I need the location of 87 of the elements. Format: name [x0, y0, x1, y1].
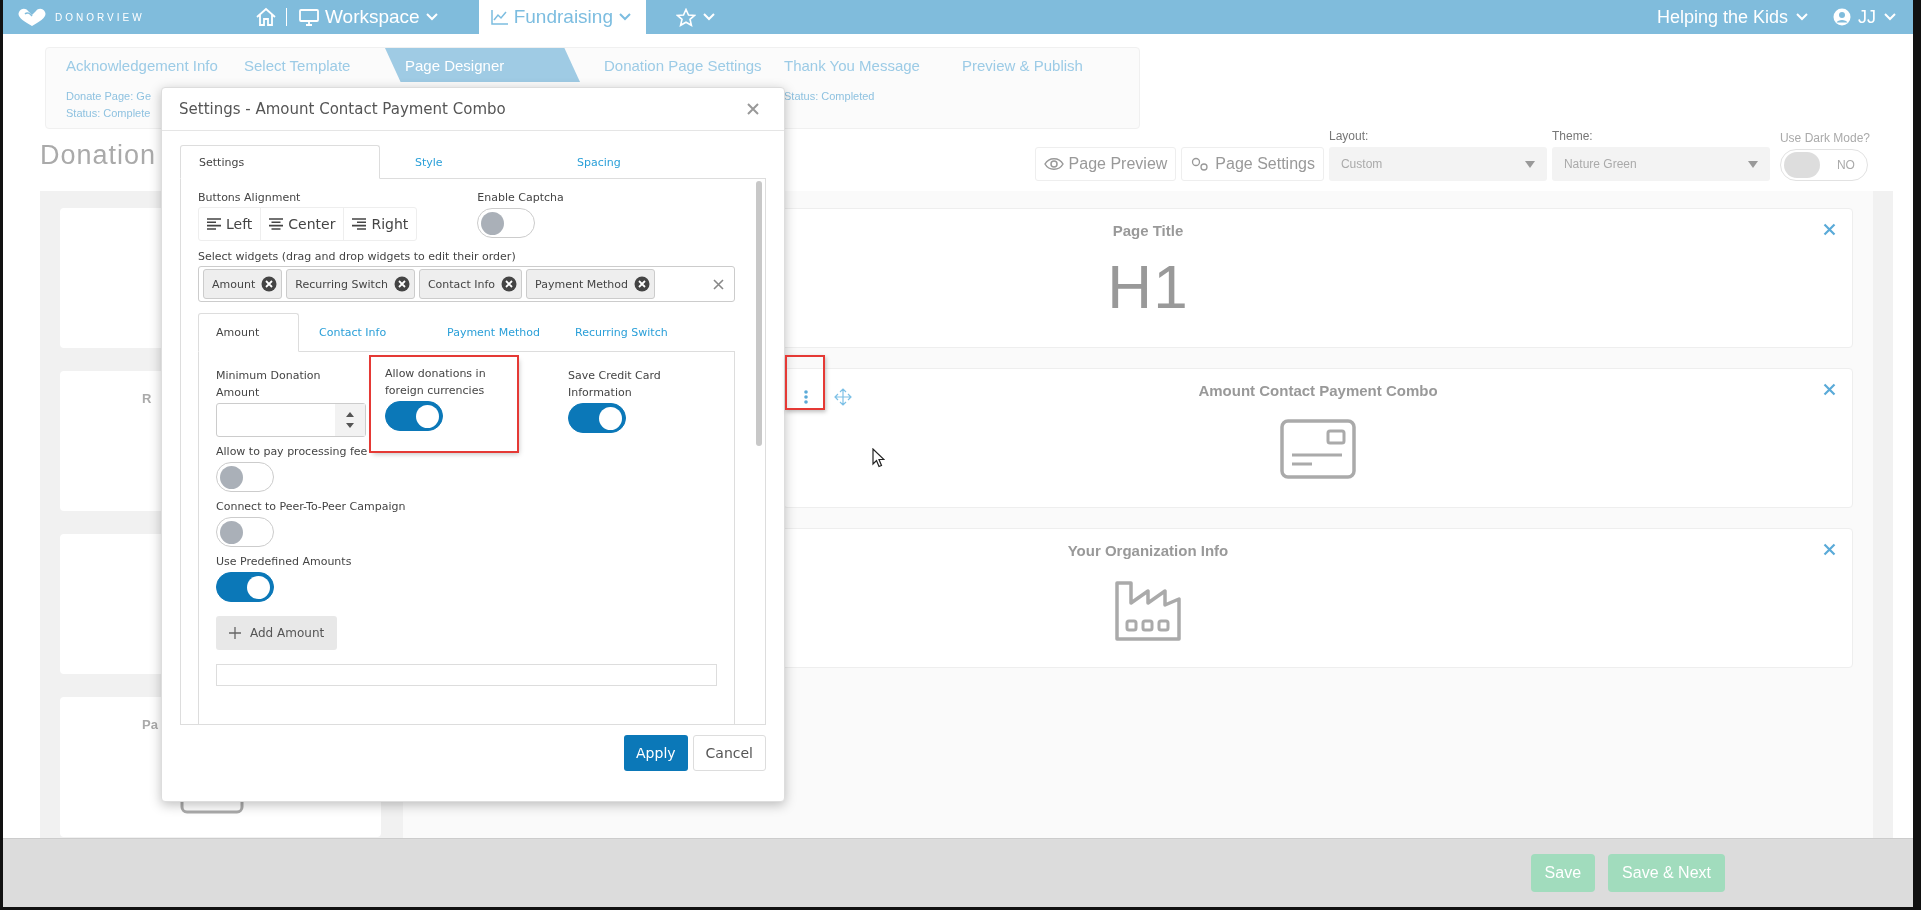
chart-icon [490, 9, 509, 25]
alignment-button[interactable]: Left [199, 208, 262, 241]
widget-title: Page Title [1112, 222, 1184, 239]
field-label: Allow to pay processing fee [216, 444, 368, 461]
layout-label: Layout: [1328, 129, 1370, 143]
monitor-icon [298, 8, 320, 26]
widget-title: R [142, 391, 152, 406]
credit-card-icon [1280, 419, 1356, 479]
number-input-field[interactable] [216, 403, 366, 438]
field-label: Enable Captcha [477, 190, 564, 206]
cursor-icon [872, 448, 885, 468]
layout-select[interactable]: Custom [1328, 147, 1547, 181]
widget-title: Your Organization Info [1067, 542, 1229, 559]
favorites-menu[interactable] [675, 7, 716, 27]
kebab-menu-icon[interactable] [804, 390, 808, 404]
dark-mode-label: Use Dark Mode? [1779, 131, 1870, 145]
widget-title: Amount Contact Payment Combo [1198, 382, 1438, 399]
field-label: Minimum Donation Amount [216, 368, 322, 402]
widget-card[interactable]: Amount Contact Payment Combo [783, 368, 1853, 508]
alignment-button[interactable]: Right [344, 208, 417, 241]
chevron-down-icon [617, 12, 632, 22]
factory-icon [1114, 579, 1182, 641]
tab[interactable]: Style [397, 145, 577, 179]
add-amount-button[interactable]: Add Amount [216, 616, 338, 651]
theme-select[interactable]: Nature Green [1551, 147, 1770, 181]
move-icon[interactable] [834, 388, 852, 406]
chevron-down-icon [1883, 12, 1897, 22]
remove-icon[interactable] [501, 276, 518, 293]
text-area[interactable] [216, 664, 717, 687]
plus-icon [229, 627, 241, 640]
step-status: Status: Completed [784, 90, 875, 102]
captcha-toggle[interactable] [477, 208, 536, 239]
align-icon [269, 218, 284, 231]
close-icon[interactable] [1823, 543, 1836, 556]
widget-title: Pa [142, 717, 158, 732]
tab[interactable]: Settings [180, 145, 380, 179]
toggle-switch[interactable] [385, 401, 443, 432]
nav-tab[interactable]: Fundraising [478, 0, 646, 34]
remove-icon[interactable] [261, 276, 278, 293]
field-label: Allow donations in foreign currencies [385, 366, 487, 400]
tab[interactable]: Spacing [577, 145, 757, 179]
toolbar-button[interactable]: Page Settings [1181, 147, 1324, 181]
widget-tag[interactable]: Amount [203, 269, 283, 300]
toolbar-button[interactable]: Page Preview [1034, 147, 1177, 181]
field-label: Buttons Alignment [198, 190, 302, 206]
theme-label: Theme: [1551, 129, 1594, 143]
heading-preview: H1 [1107, 251, 1189, 322]
field-label: Save Credit Card Information [568, 368, 662, 402]
star-icon [675, 7, 696, 27]
tab[interactable]: Amount [198, 313, 299, 353]
field-label: Connect to Peer-To-Peer Campaign [216, 499, 406, 516]
organization-menu[interactable]: Helping the Kids [1656, 6, 1809, 28]
close-icon[interactable] [747, 103, 759, 115]
nav-tab[interactable]: Workspace [296, 0, 451, 34]
align-icon [207, 218, 221, 231]
chevron-down-icon [1795, 12, 1809, 22]
widget-tag[interactable]: Payment Method [526, 269, 655, 300]
toggle-switch[interactable] [216, 572, 274, 603]
close-icon[interactable] [1823, 383, 1836, 396]
save-button[interactable]: Save [1530, 854, 1596, 892]
home-icon[interactable] [255, 7, 277, 27]
toggle-switch[interactable] [568, 403, 626, 434]
cancel-button[interactable]: Cancel [692, 735, 766, 771]
close-icon[interactable] [1823, 223, 1836, 236]
wizard-step[interactable]: Preview & Publish [942, 48, 1093, 82]
save-button[interactable]: Save & Next [1608, 854, 1725, 892]
remove-icon[interactable] [633, 276, 650, 293]
user-icon [1833, 8, 1851, 26]
apply-button[interactable]: Apply [624, 735, 688, 771]
remove-icon[interactable] [393, 276, 410, 293]
alignment-button[interactable]: Center [261, 208, 345, 241]
chevron-down-icon [424, 12, 439, 22]
step-status: Donate Page: Ge [66, 90, 151, 102]
wizard-step[interactable]: Page Designer [385, 48, 580, 82]
page-heading: Donation [40, 140, 157, 171]
clear-icon[interactable] [713, 278, 724, 290]
align-icon [352, 218, 367, 231]
chevron-down-icon [701, 12, 716, 22]
step-status: Status: Complete [66, 107, 151, 119]
dialog-title: Settings - Amount Contact Payment Combo [179, 100, 506, 118]
user-menu[interactable]: JJ [1833, 6, 1897, 28]
eye-icon [1043, 157, 1064, 171]
widget-tag[interactable]: Contact Info [418, 269, 523, 300]
widgets-select-field[interactable]: Amount Recurring Switch Contact Info Payment Method [198, 266, 735, 303]
field-label: Use Predefined Amounts [216, 554, 352, 571]
widget-tag[interactable]: Recurring Switch [286, 269, 415, 300]
brand-name: DONORVIEW [55, 11, 145, 23]
